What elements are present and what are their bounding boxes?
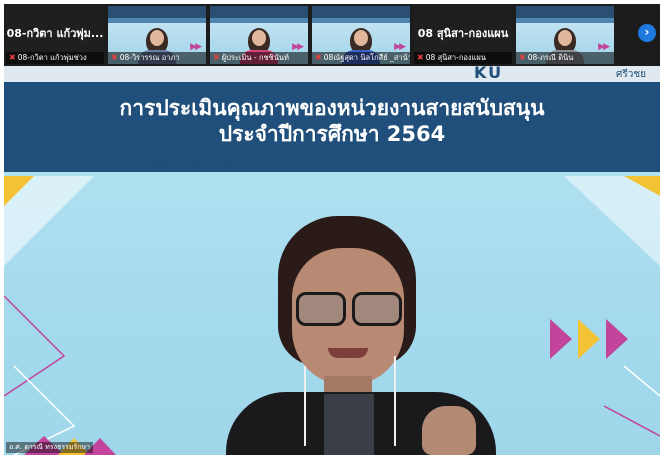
muted-mic-icon: ✖ xyxy=(315,53,322,62)
participant-name-display: 08 สุนิสา-กองแผน xyxy=(417,27,509,40)
muted-mic-icon: ✖ xyxy=(519,53,526,62)
participant-tile-6[interactable]: ▶▶ ✖ 08-ภรณี ดินิน xyxy=(516,6,614,64)
slide-arrow-decor-right xyxy=(550,319,628,359)
participant-label: ✖ ผู้ประเมิน - กชชินันท์ xyxy=(210,52,308,64)
participant-label: ✖ 08-กวิตา แก้วพุ่มช่วง xyxy=(6,52,104,64)
speaker-person xyxy=(226,216,496,455)
zoom-meeting-window: 08-กวิตา แก้วพุ่ม... ✖ 08-กวิตา แก้วพุ่มช… xyxy=(4,4,660,455)
slide-subtitle: วันอังคารที่ 30 สิงหาคม 2565 ผ่านระบบ ZO… xyxy=(146,159,518,173)
slide-title-line2: ประจำปีการศึกษา 2564 xyxy=(218,122,446,146)
muted-mic-icon: ✖ xyxy=(9,53,16,62)
eyeglasses xyxy=(296,292,402,326)
participant-label: ✖ 08 สุนิสา-กองแผน xyxy=(414,52,512,64)
participant-label: ✖ 08-วิรารรณ อาภา xyxy=(108,52,206,64)
slide-arrows-decor: ▶▶ xyxy=(190,42,202,52)
participant-tile-1[interactable]: 08-กวิตา แก้วพุ่ม... ✖ 08-กวิตา แก้วพุ่มช… xyxy=(6,6,104,64)
muted-mic-icon: ✖ xyxy=(213,53,220,62)
participant-tile-4[interactable]: ▶▶ ✖ 08ณัฐสุดา นิลโกสีย์ _สาน้า xyxy=(312,6,410,64)
participant-tile-2[interactable]: ▶▶ ✖ 08-วิรารรณ อาภา xyxy=(108,6,206,64)
participant-tile-5[interactable]: 08 สุนิสา-กองแผน ✖ 08 สุนิสา-กองแผน xyxy=(414,6,512,64)
slide-arrows-decor: ▶▶ xyxy=(394,42,406,52)
participant-label: ✖ 08-ภรณี ดินิน xyxy=(516,52,614,64)
earphone-cable xyxy=(394,356,396,446)
chevron-right-icon: › xyxy=(644,25,650,39)
muted-mic-icon: ✖ xyxy=(417,53,424,62)
slide-arrows-decor: ▶▶ xyxy=(292,42,304,52)
slide-header-strip: KU ศรีวชย xyxy=(4,66,660,82)
institution-logo-subtext: ศรีวชย xyxy=(616,69,646,80)
slide-arrows-decor: ▶▶ xyxy=(598,42,610,52)
active-speaker-name-label: อ.ศ. ดารณี ทรงธรรมรักษา xyxy=(6,442,94,453)
participant-label: ✖ 08ณัฐสุดา นิลโกสีย์ _สาน้า xyxy=(312,52,410,64)
participant-name-display: 08-กวิตา แก้วพุ่ม... xyxy=(6,27,104,40)
next-page-button[interactable]: › xyxy=(638,24,656,42)
earphone-cable xyxy=(304,366,306,446)
muted-mic-icon: ✖ xyxy=(111,53,118,62)
institution-logo: KU xyxy=(474,66,504,82)
active-speaker-video: KU ศรีวชย การประเมินคุณภาพของหน่วยงานสาย… xyxy=(4,66,660,455)
speaker-hand xyxy=(422,406,476,455)
participant-thumbnail-strip: 08-กวิตา แก้วพุ่ม... ✖ 08-กวิตา แก้วพุ่มช… xyxy=(4,4,660,66)
participant-tile-3[interactable]: ▶▶ ✖ ผู้ประเมิน - กชชินันท์ xyxy=(210,6,308,64)
